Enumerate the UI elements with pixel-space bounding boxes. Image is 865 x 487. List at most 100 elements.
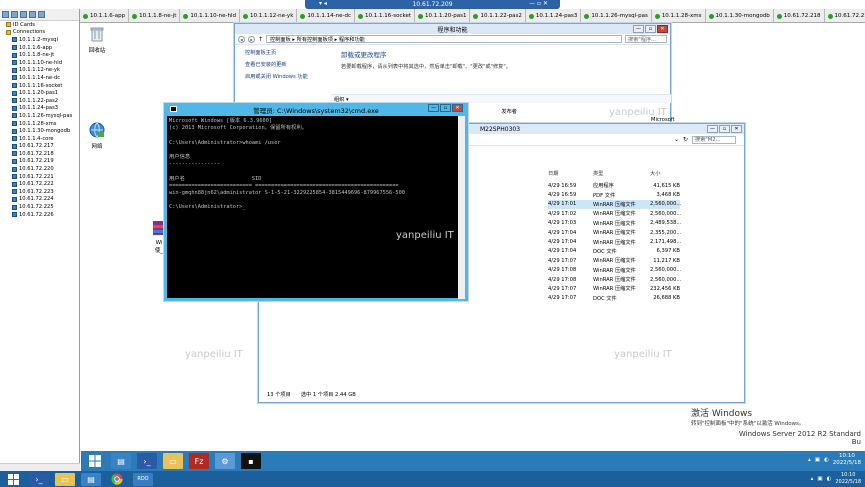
file-row[interactable]: 4/29 17:04 DOC 文件 6,397 KB [548, 247, 680, 256]
local-network-icon[interactable]: ▣ [817, 476, 822, 482]
connection-tab[interactable]: 10.1.1.8-ne-jt [129, 9, 181, 22]
remote-clock[interactable]: 10:10 2022/5/18 [833, 453, 861, 467]
tree-item[interactable]: 10.61.72.226 [2, 211, 79, 219]
tree-item[interactable]: 10.1.1.14-ne-dc [2, 74, 79, 82]
tray-arrow-icon[interactable]: ▴ [808, 457, 811, 463]
maximize-button[interactable]: ▫ [440, 104, 451, 112]
tree-item[interactable]: 10.1.1.2-mysql [2, 36, 79, 44]
file-row[interactable]: 4/29 17:07 WinRAR 压缩文件 11,217 KB [548, 256, 680, 265]
tree-item[interactable]: 10.1.1.28-xms [2, 120, 79, 128]
file-row[interactable]: 4/29 17:02 WinRAR 压缩文件 2,560,000... [548, 209, 681, 218]
close-button[interactable]: ✕ [731, 125, 742, 133]
cmd-titlebar[interactable]: 管理员: C:\Windows\system32\cmd.exe — ▫ ✕ [167, 103, 465, 116]
powershell-icon[interactable]: ›_ [137, 453, 157, 469]
connection-tab[interactable]: 10.1.1.22-pas2 [470, 9, 526, 22]
local-powershell-icon[interactable]: ›_ [29, 472, 49, 486]
connection-tab[interactable]: 10.61.72.217 [824, 9, 865, 22]
cp-home-link[interactable]: 控制面板主页 [245, 49, 335, 56]
cmd-taskbar-icon[interactable]: ▪ [241, 453, 261, 469]
tree-item[interactable]: 10.61.72.219 [2, 158, 79, 166]
search-input[interactable]: 搜索"程序... [625, 35, 667, 43]
connection-tab[interactable]: 10.1.1.10-ne-hld [180, 9, 240, 22]
tree-scrollbar[interactable] [0, 463, 80, 471]
maximize-button[interactable]: ▫ [645, 25, 656, 33]
connection-tab[interactable]: 10.1.1.6-app [80, 9, 130, 22]
rdo-icon[interactable]: RDO [133, 472, 153, 486]
address-input[interactable]: 控制面板 ▸ 所有控制面板项 ▸ 程序和功能 [266, 35, 622, 43]
local-server-manager-icon[interactable]: ▤ [81, 472, 101, 486]
connection-tab[interactable]: 10.1.1.16-socket [355, 9, 416, 22]
forward-icon[interactable]: ▸ [248, 35, 255, 43]
local-start-icon[interactable] [3, 473, 23, 486]
programs-features-titlebar[interactable]: 程序和功能 — ▫ ✕ [235, 24, 670, 34]
tree-item[interactable]: 10.1.1.4-core [2, 135, 79, 143]
cmd-scrollbar[interactable] [458, 116, 465, 299]
start-icon[interactable] [85, 453, 105, 469]
file-row[interactable]: 4/29 17:07 DOC 文件 26,688 KB [548, 294, 680, 303]
tree-item[interactable]: 10.1.1.20-pas1 [2, 89, 79, 97]
connection-tab[interactable]: 10.61.72.218 [773, 9, 825, 22]
tree-item[interactable]: 10.61.72.225 [2, 203, 79, 211]
properties-icon[interactable] [29, 11, 36, 18]
tree-item[interactable]: 10.1.1.24-pas3 [2, 105, 79, 113]
tree-item[interactable]: 10.1.1.16-socket [2, 82, 79, 90]
file-row[interactable]: 4/29 16:59 PDF 文件 3,468 KB [548, 190, 680, 199]
tree-item[interactable]: 10.1.1.6-app [2, 44, 79, 52]
up-icon[interactable]: ↑ [258, 36, 263, 43]
file-row[interactable]: 4/29 17:03 WinRAR 压缩文件 2,489,538... [548, 219, 681, 228]
maximize-button[interactable]: ▫ [719, 125, 730, 133]
local-volume-icon[interactable]: ◐ [827, 476, 832, 482]
organize-menu[interactable]: 组织 ▾ [334, 96, 349, 103]
recycle-bin-icon[interactable]: 回收站 [85, 25, 109, 54]
tree-item[interactable]: ID Cards [2, 21, 79, 29]
network-tray-icon[interactable]: ▣ [815, 457, 820, 463]
tree-item[interactable]: 10.61.72.220 [2, 165, 79, 173]
tree-item[interactable]: 10.1.1.8-ne-jt [2, 51, 79, 59]
local-clock[interactable]: 10:10 2022/5/18 [835, 472, 861, 485]
file-row[interactable]: 4/29 16:59 应用程序 41,615 KB [548, 181, 680, 190]
tree-item[interactable]: 10.61.72.221 [2, 173, 79, 181]
connection-tab[interactable]: 10.1.1.28-xms [651, 9, 706, 22]
connection-tab[interactable]: 10.1.1.20-pas1 [415, 9, 471, 22]
minimize-button[interactable]: — [633, 25, 644, 33]
cmd-window[interactable]: 管理员: C:\Windows\system32\cmd.exe — ▫ ✕ M… [164, 103, 468, 301]
connection-tab[interactable]: 10.1.1.12-ne-yk [239, 9, 298, 22]
tree-item[interactable]: 10.1.1.12-ne-yk [2, 67, 79, 75]
file-row[interactable]: 4/29 17:04 WinRAR 压缩文件 2,355,200... [548, 228, 681, 237]
file-row[interactable]: 4/29 17:07 WinRAR 压缩文件 232,456 KB [548, 284, 680, 293]
minimize-button[interactable]: — [707, 125, 718, 133]
back-icon[interactable]: ◂ [238, 35, 245, 43]
filezilla-icon[interactable]: Fz [189, 453, 209, 469]
chrome-icon[interactable] [107, 473, 127, 486]
tree-item[interactable]: 10.1.1.30-mongodb [2, 127, 79, 135]
tree-item[interactable]: 10.61.72.223 [2, 188, 79, 196]
file-explorer-icon[interactable]: ▭ [163, 453, 183, 469]
tree-item[interactable]: 10.61.72.218 [2, 150, 79, 158]
file-row[interactable]: 4/29 17:01 WinRAR 压缩文件 2,560,000... [548, 199, 681, 210]
volume-icon[interactable]: ◐ [824, 457, 829, 463]
tree-item[interactable]: Connections [2, 29, 79, 37]
tree-item[interactable]: 10.1.1.22-pas2 [2, 97, 79, 105]
dropdown-icon[interactable]: ⌄ [674, 136, 679, 143]
tree-item[interactable]: 10.61.72.217 [2, 143, 79, 151]
view-updates-link[interactable]: 查看已安装的更新 [245, 61, 335, 68]
windows-features-link[interactable]: 启用或关闭 Windows 功能 [245, 73, 335, 80]
col-type[interactable]: 类型 [593, 170, 650, 177]
rdp-pin-icon[interactable]: ▾ ◂ [319, 0, 327, 7]
local-explorer-icon[interactable]: ▭ [55, 472, 75, 486]
tree-item[interactable]: 10.1.1.10-ne-hld [2, 59, 79, 67]
cmd-output[interactable]: Microsoft Windows [版本 6.3.9600] (c) 2013 … [167, 116, 465, 214]
connection-tab[interactable]: 10.1.1.14-ne-dc [297, 9, 355, 22]
file-row[interactable]: 4/29 17:08 WinRAR 压缩文件 2,560,000... [548, 275, 681, 284]
tree-item[interactable]: 10.1.1.26-mysql-pas [2, 112, 79, 120]
tree-item[interactable]: 10.61.72.222 [2, 180, 79, 188]
file-row[interactable]: 4/29 17:04 WinRAR 压缩文件 2,171,498... [548, 237, 681, 246]
network-icon[interactable]: 网络 [85, 121, 109, 150]
connection-tab[interactable]: 10.1.1.30-mongodb [705, 9, 774, 22]
refresh-icon[interactable] [38, 11, 45, 18]
close-button[interactable]: ✕ [452, 104, 463, 112]
local-tray-arrow-icon[interactable]: ▴ [811, 476, 814, 482]
tree-item[interactable]: 10.61.72.224 [2, 196, 79, 204]
connection-tab[interactable]: 10.1.1.24-pas3 [525, 9, 582, 22]
server-manager-icon[interactable]: ▤ [111, 453, 131, 469]
